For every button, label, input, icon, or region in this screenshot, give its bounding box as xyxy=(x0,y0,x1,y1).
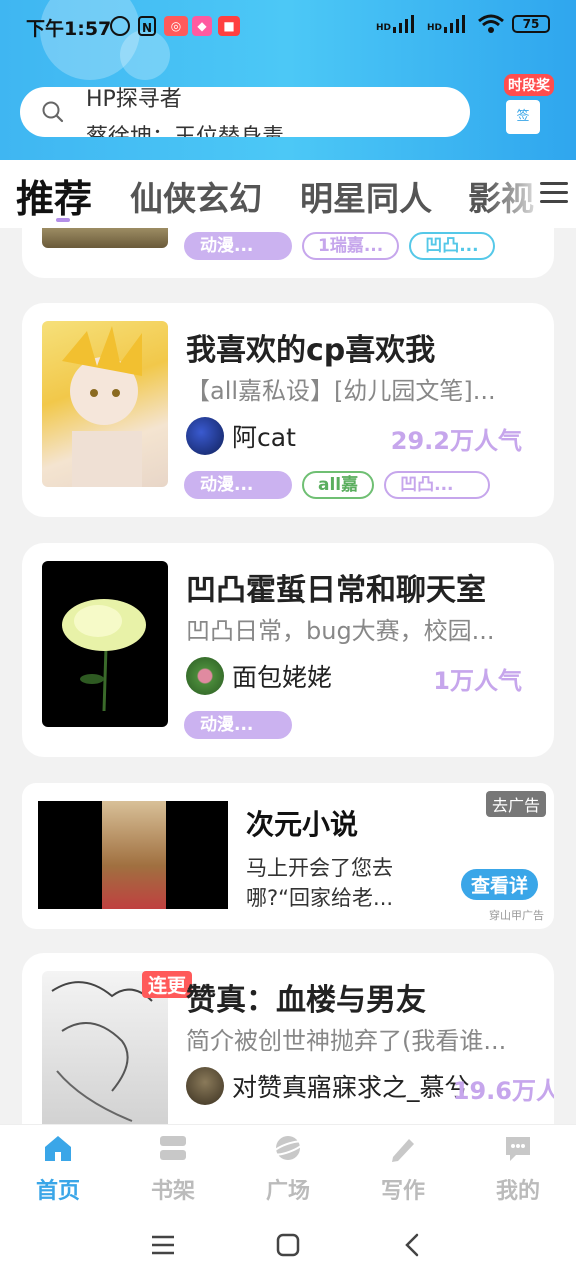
book-cover-image xyxy=(42,228,168,248)
system-navigation-bar xyxy=(0,1210,576,1280)
book-title: 赞真：血楼与男友 xyxy=(186,983,426,1018)
nav-label: 广场 xyxy=(265,1179,310,1204)
wifi-icon xyxy=(478,14,504,33)
nav-label: 书架 xyxy=(150,1179,195,1204)
tag-chip[interactable]: all嘉 xyxy=(302,471,375,499)
book-desc: 简介被创世神抛弃了(我看谁... xyxy=(186,1027,507,1055)
search-icon xyxy=(42,101,64,123)
book-tags: 动漫... xyxy=(184,711,292,739)
bookshelf-icon xyxy=(160,1136,186,1160)
battery-indicator: 75 xyxy=(512,15,550,33)
category-tabs: 推荐 仙侠玄幻 明星同人 影视 xyxy=(0,160,576,228)
book-author[interactable]: 对赞真寤寐求之_慕兮 xyxy=(186,1067,470,1105)
nav-bookshelf[interactable]: 书架 xyxy=(133,1133,213,1205)
nav-mine[interactable]: 我的 xyxy=(478,1133,558,1205)
recent-apps-icon[interactable] xyxy=(150,1232,176,1258)
anime-character-image xyxy=(62,326,142,487)
avatar xyxy=(186,657,224,695)
alarm-icon xyxy=(110,16,130,36)
ad-video-thumbnail xyxy=(38,801,228,909)
book-author[interactable]: 面包姥姥 xyxy=(186,657,332,695)
flower-image xyxy=(62,599,146,712)
book-author[interactable]: 阿cat xyxy=(186,417,296,455)
ad-detail-button[interactable]: 查看详 xyxy=(460,869,538,900)
author-name: 面包姥姥 xyxy=(232,663,333,692)
book-popularity: 19.6万人 xyxy=(452,1077,554,1105)
book-popularity: 1万人气 xyxy=(433,667,522,695)
app-icon-2: ◆ xyxy=(192,16,212,36)
checkin-tag: 时段奖 xyxy=(504,74,554,96)
book-card[interactable]: 动漫... 1瑞嘉... 凹凸... xyxy=(22,228,554,278)
book-popularity: 29.2万人气 xyxy=(390,427,522,455)
ad-title: 次元小说 xyxy=(246,808,359,841)
book-cover-image xyxy=(42,561,168,727)
book-title: 凹凸霍蜇日常和聊天室 xyxy=(186,573,486,608)
pen-icon xyxy=(392,1139,414,1162)
tag-chip[interactable]: 1瑞嘉... xyxy=(302,232,400,260)
status-time: 下午1:57 xyxy=(26,18,112,40)
category-menu-icon[interactable] xyxy=(540,182,568,204)
nav-label: 写作 xyxy=(380,1179,425,1204)
planet-icon xyxy=(271,1136,305,1160)
checkin-gift-icon: 签 xyxy=(506,100,540,134)
book-desc: 【all嘉私设】[幼儿园文笔]... xyxy=(186,377,496,405)
nav-home[interactable]: 首页 xyxy=(18,1133,98,1205)
tag-chip[interactable]: 凹凸... xyxy=(384,471,491,499)
avatar xyxy=(186,417,224,455)
serial-update-badge: 连更 xyxy=(142,971,193,998)
book-card[interactable]: 凹凸霍蜇日常和聊天室 凹凸日常，bug大赛，校园... 面包姥姥 1万人气 动漫… xyxy=(22,543,554,757)
ad-poster-image xyxy=(102,801,166,909)
app-icon-3: ■ xyxy=(218,16,240,36)
book-title: 我喜欢的cp喜欢我 xyxy=(186,333,436,368)
signal-icon xyxy=(392,15,419,33)
search-hint-line2: 蔡徐坤：王位替身毒 xyxy=(86,119,284,137)
bottom-navigation: 首页 书架 广场 写作 我的 xyxy=(0,1124,576,1210)
nav-square[interactable]: 广场 xyxy=(248,1133,328,1205)
search-bar[interactable]: HP探寻者 蔡徐坤：王位替身毒 xyxy=(20,87,470,137)
book-card[interactable]: 我喜欢的cp喜欢我 【all嘉私设】[幼儿园文笔]... 阿cat 29.2万人… xyxy=(22,303,554,517)
ad-desc: 马上开会了您去哪?“回家给老... xyxy=(246,856,394,910)
ad-source-label: 穿山甲广告 xyxy=(489,909,544,922)
book-card[interactable]: 连更 赞真：血楼与男友 简介被创世神抛弃了(我看谁... 对赞真寤寐求之_慕兮 … xyxy=(22,953,554,1124)
book-cover-image xyxy=(42,321,168,487)
book-tags: 动漫... all嘉 凹凸... xyxy=(184,471,491,499)
app-icon-1: ◎ xyxy=(164,16,188,36)
ad-card[interactable]: 次元小说 马上开会了您去哪?“回家给老... 去广告 查看详 穿山甲广告 xyxy=(22,783,554,929)
status-bar: 下午1:57 N ◎ ◆ ■ HD HD 75 xyxy=(0,0,576,52)
nfc-icon: N xyxy=(138,16,156,36)
home-button-icon[interactable] xyxy=(275,1232,301,1258)
tab-celebrity[interactable]: 明星同人 xyxy=(300,172,432,220)
tab-xianxia[interactable]: 仙侠玄幻 xyxy=(130,172,262,220)
search-hint-line1: HP探寻者 xyxy=(86,87,182,112)
ad-close-button[interactable]: 去广告 xyxy=(485,791,546,817)
checkin-reward-button[interactable]: 时段奖 签 xyxy=(500,72,564,138)
tab-recommend[interactable]: 推荐 xyxy=(16,168,92,223)
book-tags: 动漫... 1瑞嘉... 凹凸... xyxy=(184,232,495,260)
author-name: 对赞真寤寐求之_慕兮 xyxy=(232,1073,470,1102)
signal-hd-2: HD xyxy=(427,15,470,33)
tag-chip[interactable]: 动漫... xyxy=(184,711,292,739)
book-desc: 凹凸日常，bug大赛，校园... xyxy=(186,617,495,645)
avatar xyxy=(186,1067,224,1105)
tag-chip[interactable]: 动漫... xyxy=(184,232,292,260)
tag-chip[interactable]: 动漫... xyxy=(184,471,292,499)
book-feed: 动漫... 1瑞嘉... 凹凸... 我喜欢的cp喜欢我 【all嘉私设】[幼儿… xyxy=(0,228,576,1124)
chat-icon xyxy=(506,1137,530,1161)
signal-hd-1: HD xyxy=(376,15,419,33)
tab-active-indicator xyxy=(56,218,70,222)
author-name: 阿cat xyxy=(232,423,296,452)
home-icon xyxy=(45,1136,71,1161)
signal-icon xyxy=(444,15,470,33)
nav-write[interactable]: 写作 xyxy=(363,1133,443,1205)
tag-chip[interactable]: 凹凸... xyxy=(409,232,495,260)
back-icon[interactable] xyxy=(400,1232,426,1258)
app-header: 下午1:57 N ◎ ◆ ■ HD HD 75 HP探寻者 时段奖 签 xyxy=(0,0,576,160)
nav-label: 首页 xyxy=(35,1179,80,1204)
nav-label: 我的 xyxy=(495,1179,540,1204)
